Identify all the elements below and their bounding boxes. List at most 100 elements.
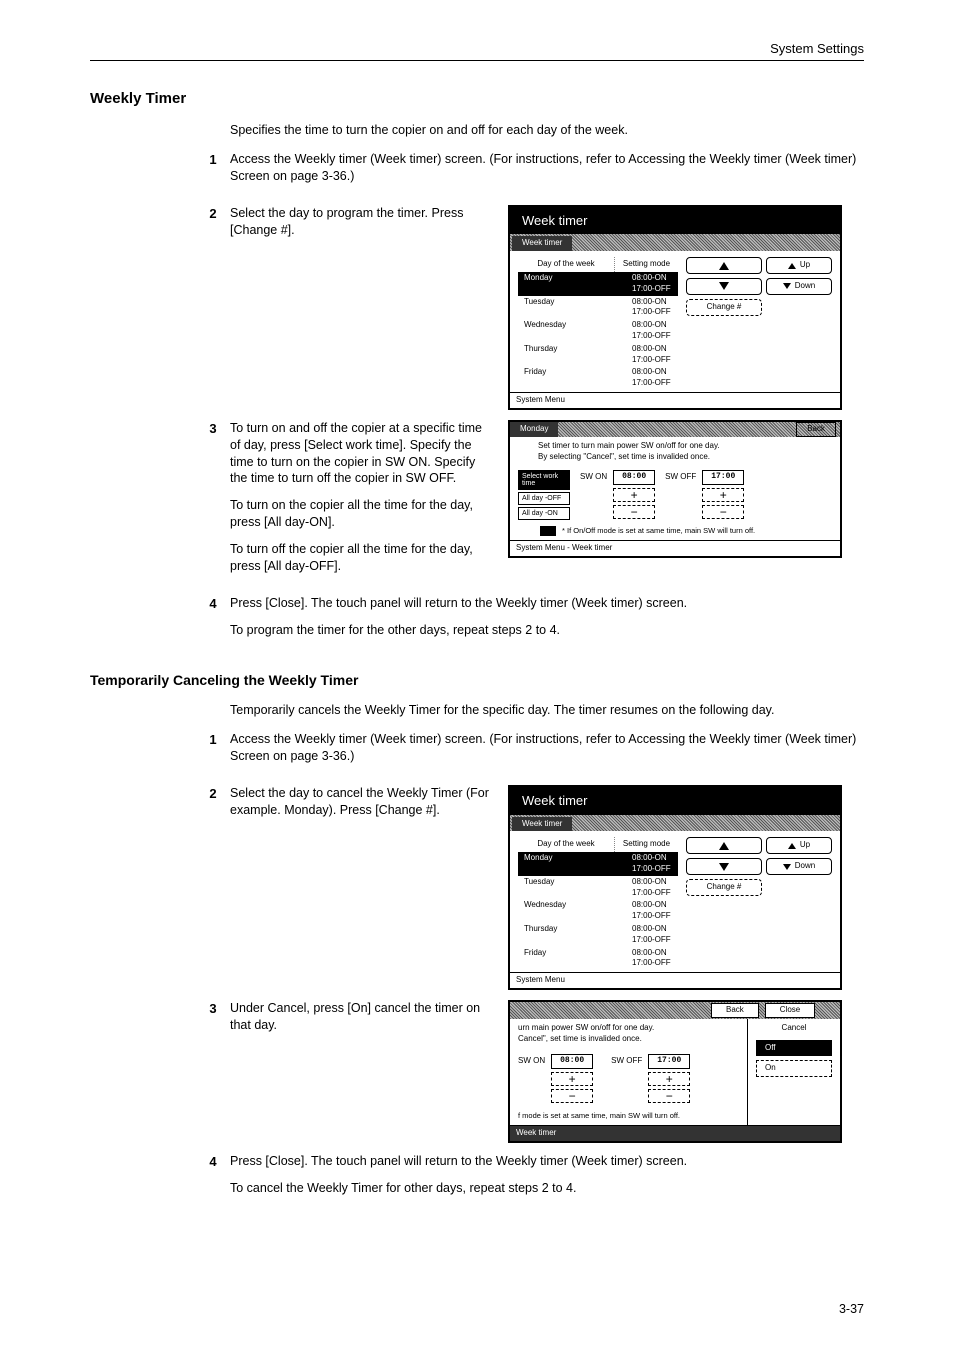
scr2-on-minus[interactable]: − [613,505,655,519]
page-number: 3-37 [839,1301,864,1318]
scr3-close-button[interactable]: Close [765,1003,815,1018]
scr1-change-button[interactable]: Change # [686,299,762,316]
cx-step4b: To cancel the Weekly Timer for other day… [230,1180,864,1197]
screen-week-timer-1: Week timer Week timer Day of the weekSet… [508,205,842,410]
scr1b-row-thu[interactable]: Thursday08:00-ON 17:00-OFF [518,923,678,947]
triangle-down-icon [783,864,791,870]
cx-step-num-4: 4 [196,1153,230,1207]
triangle-down-icon [719,282,729,290]
triangle-up-icon [788,843,796,849]
wt-step3a: To turn on and off the copier at a speci… [230,420,490,488]
scr3-on-time: 08:00 [551,1054,593,1069]
step-num-3: 3 [196,420,230,585]
h-cancel: Temporarily Canceling the Weekly Timer [90,671,864,690]
scr3-off-option[interactable]: Off [756,1040,832,1057]
scr1b-down-label[interactable]: Down [766,858,832,875]
scr3-on-option[interactable]: On [756,1060,832,1077]
triangle-up-icon [719,842,729,850]
scr2-swoff-label: SW OFF [665,470,696,483]
scr1-row-tue[interactable]: Tuesday08:00-ON 17:00-OFF [518,296,678,320]
scr3-on-plus[interactable]: + [551,1072,593,1086]
scr3-msg1: urn main power SW on/off for one day. [518,1023,739,1034]
scr1-title: Week timer [510,207,840,235]
scr2-swon-label: SW ON [580,470,607,483]
scr3-back-button[interactable]: Back [711,1003,759,1018]
header-section: System Settings [770,40,864,58]
scr1-row-wed[interactable]: Wednesday08:00-ON 17:00-OFF [518,319,678,343]
scr3-on-minus[interactable]: − [551,1089,593,1103]
step-num-2: 2 [196,205,230,410]
scr3-swoff-label: SW OFF [611,1054,642,1067]
scr1b-row-tue[interactable]: Tuesday08:00-ON 17:00-OFF [518,876,678,900]
scr3-note: f mode is set at same time, main SW will… [518,1111,739,1121]
scr1-row-fri[interactable]: Friday08:00-ON 17:00-OFF [518,366,678,390]
note-icon [540,526,556,536]
scr3-off-plus[interactable]: + [648,1072,690,1086]
scr2-off-plus[interactable]: + [702,488,744,502]
scr1-row-mon[interactable]: Monday08:00-ON 17:00-OFF [518,272,678,296]
scr1-col-set: Setting mode [614,257,678,272]
wt-step2: Select the day to program the timer. Pre… [230,205,490,239]
scr1-up-arrow[interactable] [686,257,762,274]
triangle-down-icon [719,863,729,871]
scr2-msg2: By selecting "Cancel", set time is inval… [510,452,840,464]
scr3-msg2: Cancel", set time is invalided once. [518,1034,739,1045]
triangle-down-icon [783,283,791,289]
cx-step2: Select the day to cancel the Weekly Time… [230,785,490,819]
scr1b-row-fri[interactable]: Friday08:00-ON 17:00-OFF [518,947,678,971]
h-weekly-timer: Weekly Timer [90,89,864,109]
scr1b-up-label[interactable]: Up [766,837,832,854]
scr2-side-allon[interactable]: All day -ON [518,507,570,520]
scr1-row-thu[interactable]: Thursday08:00-ON 17:00-OFF [518,343,678,367]
scr3-swon-label: SW ON [518,1054,545,1067]
scr1-down-arrow[interactable] [686,278,762,295]
scr2-side-alloff[interactable]: All day -OFF [518,492,570,505]
cx-step-num-1: 1 [196,731,230,775]
scr1-sysline: System Menu [510,392,840,408]
triangle-up-icon [788,263,796,269]
scr3-sysline: Week timer [510,1125,840,1141]
screen-day-settings: Monday Back Set timer to turn main power … [508,420,842,558]
wt-step4a: Press [Close]. The touch panel will retu… [230,595,864,612]
wt-step3c: To turn off the copier all the time for … [230,541,490,575]
cx-step-num-3: 3 [196,1000,230,1143]
scr1b-row-mon[interactable]: Monday08:00-ON 17:00-OFF [518,852,678,876]
scr2-back-button[interactable]: Back [796,422,836,437]
screen-cancel: Back Close urn main power SW on/off for o… [508,1000,842,1143]
wt-step4b: To program the timer for the other days,… [230,622,864,639]
scr1b-row-wed[interactable]: Wednesday08:00-ON 17:00-OFF [518,899,678,923]
cx-step4a: Press [Close]. The touch panel will retu… [230,1153,864,1170]
scr1-col-dow: Day of the week [518,257,614,272]
scr2-tab[interactable]: Monday [510,422,558,437]
scr1b-up-arrow[interactable] [686,837,762,854]
scr2-on-plus[interactable]: + [613,488,655,502]
scr1b-down-arrow[interactable] [686,858,762,875]
scr3-off-time: 17:00 [648,1054,690,1069]
scr1-down-label[interactable]: Down [766,278,832,295]
scr1-up-label[interactable]: Up [766,257,832,274]
scr2-note: * If On/Off mode is set at same time, ma… [562,526,755,535]
wt-step1: Access the Weekly timer (Week timer) scr… [230,151,864,185]
cancel-intro: Temporarily cancels the Weekly Timer for… [230,702,864,719]
cx-step-num-2: 2 [196,785,230,990]
scr2-on-time: 08:00 [613,470,655,485]
cx-step1: Access the Weekly timer (Week timer) scr… [230,731,864,765]
step-num-1: 1 [196,151,230,195]
scr2-off-time: 17:00 [702,470,744,485]
wt-step3b: To turn on the copier all the time for t… [230,497,490,531]
scr3-off-minus[interactable]: − [648,1089,690,1103]
scr2-msg1: Set timer to turn main power SW on/off f… [510,437,840,453]
scr1b-tab[interactable]: Week timer [512,817,572,832]
triangle-up-icon [719,262,729,270]
scr1b-sysline: System Menu [510,972,840,988]
scr1-tab[interactable]: Week timer [512,236,572,251]
step-num-4: 4 [196,595,230,649]
scr3-cancel-label: Cancel [756,1023,832,1034]
screen-week-timer-2: Week timer Week timer Day of the weekSet… [508,785,842,990]
scr1b-change-button[interactable]: Change # [686,879,762,896]
scr2-off-minus[interactable]: − [702,505,744,519]
scr2-side-select[interactable]: Select work time [518,470,570,490]
scr1b-title: Week timer [510,787,840,815]
wt-intro: Specifies the time to turn the copier on… [230,122,864,139]
cx-step3: Under Cancel, press [On] cancel the time… [230,1000,490,1034]
